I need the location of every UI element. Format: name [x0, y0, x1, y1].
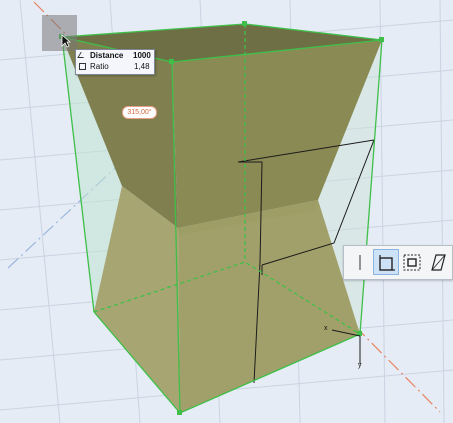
tracker-ratio-value[interactable]: 1,48 — [134, 61, 150, 72]
bounding-box-dashed-icon — [403, 254, 421, 271]
tracker-ratio-label: Ratio — [90, 62, 109, 71]
tracker-distance-value[interactable]: 1000 — [133, 50, 151, 61]
axis-y-label: y — [358, 362, 362, 369]
angle-badge: 315,00° — [122, 106, 157, 119]
pet-line-button[interactable] — [347, 249, 373, 275]
3d-viewport[interactable] — [0, 0, 453, 423]
bounding-box-corner-icon — [379, 255, 395, 271]
pet-bounding-box-dashed-button[interactable] — [399, 249, 425, 275]
mouse-cursor-icon — [61, 34, 71, 48]
skew-icon — [431, 254, 446, 271]
pet-palette — [343, 245, 453, 280]
tracker-distance-row: Distance 1000 — [76, 50, 154, 61]
tracker-ratio-row: Ratio 1,48 — [76, 61, 154, 72]
tracker-distance-label: Distance — [90, 51, 124, 60]
tracker-panel: Distance 1000 Ratio 1,48 — [75, 49, 155, 75]
ratio-icon — [79, 63, 86, 70]
snap-target-square — [42, 15, 77, 51]
pet-skew-button[interactable] — [425, 249, 451, 275]
distance-icon — [77, 52, 87, 58]
axis-x-label: x — [324, 325, 328, 332]
pet-bounding-box-corner-button[interactable] — [373, 249, 399, 275]
line-icon — [359, 255, 361, 270]
